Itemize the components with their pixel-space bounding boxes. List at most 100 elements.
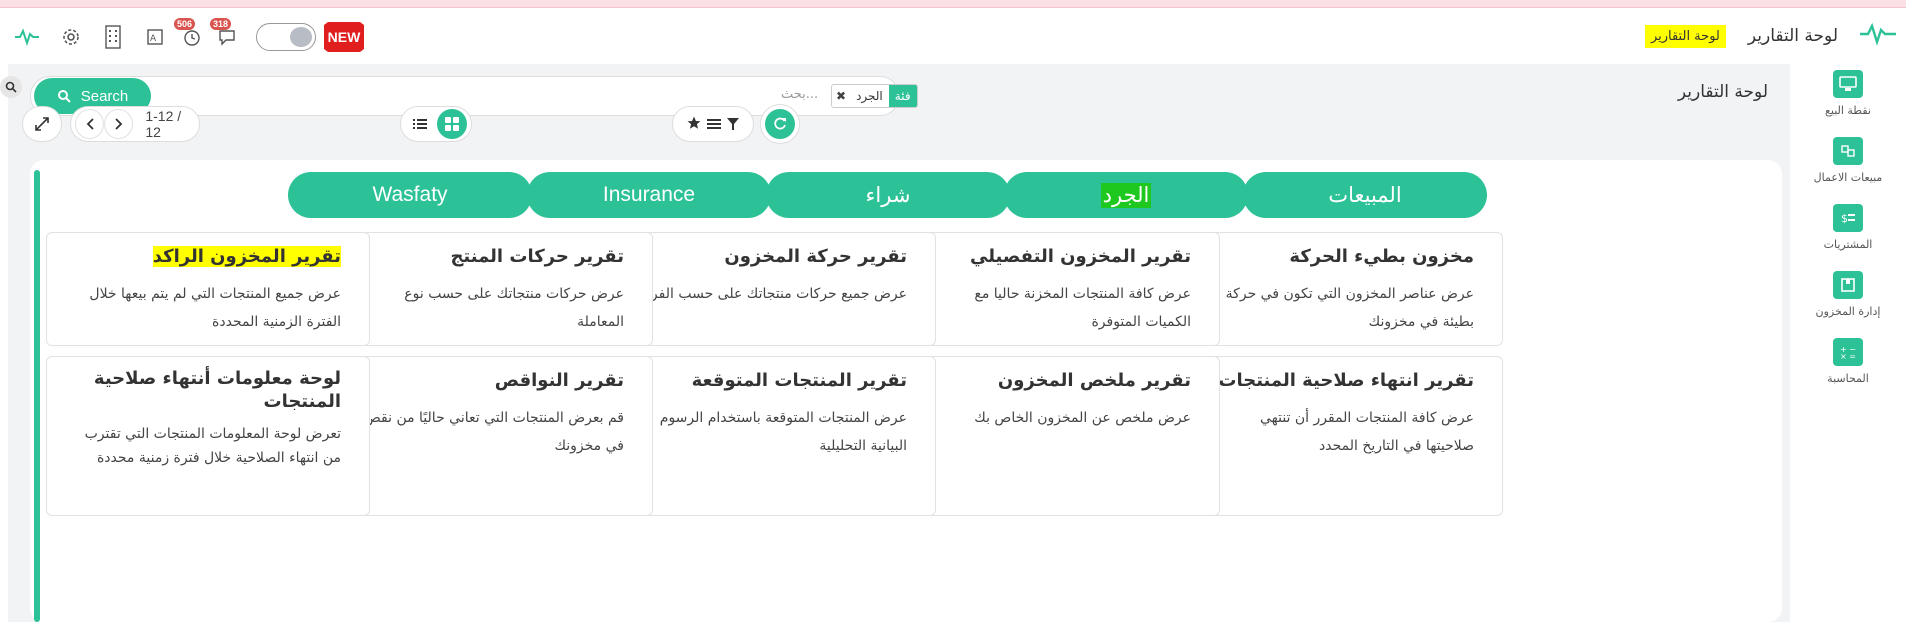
category-label-inventory: الجرد: [1100, 182, 1152, 208]
chevron-left-icon: [86, 118, 94, 130]
card-description: عرض المنتجات المتوقعة باستخدام الرسوم ال…: [659, 410, 907, 455]
zoom-icon[interactable]: [0, 76, 22, 98]
category-button-wasfaty[interactable]: Wasfaty: [288, 172, 532, 218]
calculator-icon: + − × =: [1833, 338, 1863, 366]
card-title: تقرير انتهاء صلاحية المنتجات: [1218, 370, 1474, 391]
messages-badge: 318: [210, 18, 232, 30]
card-title: تقرير حركة المخزون: [724, 246, 907, 267]
sidebar-item-business-sales[interactable]: مبيعات الاعمال: [1790, 137, 1906, 184]
refresh-icon: [774, 117, 786, 130]
card-description: عرض عناصر المخزون التي تكون في حركة بطيئ…: [1225, 286, 1474, 331]
category-button-sales[interactable]: المبيعات: [1243, 172, 1487, 218]
sidebar-item-label: المشتريات: [1823, 238, 1873, 251]
group-by-icon[interactable]: [707, 115, 721, 134]
mode-toggle[interactable]: [256, 23, 316, 51]
sidebar-item-inventory[interactable]: إدارة المخزون: [1790, 271, 1906, 318]
toggle-knob: [290, 27, 312, 47]
handshake-icon: [1833, 137, 1863, 165]
card-description: عرض كافة المنتجات المخزنة حاليا مع الكمي…: [974, 286, 1191, 331]
control-panel: Search بحث... ✖ الجرد فئة لوحة التقارير …: [0, 64, 1790, 622]
card-title-highlight: تقرير المخزون الراكد: [152, 246, 341, 267]
report-card[interactable]: تقرير انتهاء صلاحية المنتجات عرض كافة ال…: [1179, 356, 1503, 516]
report-card[interactable]: تقرير النواقص قم بعرض المنتجات التي تعان…: [329, 356, 653, 516]
report-card[interactable]: تقرير ملخص المخزون عرض ملخص عن المخزون ا…: [896, 356, 1220, 516]
report-card[interactable]: تقرير المخزون التفصيلي عرض كافة المنتجات…: [896, 232, 1220, 346]
navbar-left: A 506 318 NEW: [12, 18, 364, 52]
scroll-indicator[interactable]: [34, 170, 40, 622]
pulse-icon[interactable]: [12, 22, 42, 52]
filter-toolbar: [672, 106, 754, 142]
card-title: مخزون بطيء الحركة: [1289, 246, 1474, 267]
gear-icon[interactable]: [56, 22, 86, 52]
report-card[interactable]: لوحة معلومات أنتهاء صلاحية المنتجات تعرض…: [46, 356, 370, 516]
card-description: قم بعرض المنتجات التي تعاني حاليًا من نق…: [363, 410, 624, 455]
sidebar-item-purchases[interactable]: $ المشتريات: [1790, 204, 1906, 251]
top-strip: [0, 0, 1906, 8]
report-card[interactable]: تقرير حركة المخزون عرض جميع حركات منتجات…: [612, 232, 936, 346]
search-button-label: Search: [80, 87, 129, 105]
category-label-sales: المبيعات: [1328, 183, 1402, 207]
chat-icon[interactable]: 318: [210, 18, 242, 52]
favorites-star-icon[interactable]: [687, 115, 701, 134]
navbar-highlight-title: لوحة التقارير: [1644, 24, 1726, 48]
expand-icon: [35, 117, 49, 131]
card-description: عرض حركات منتجاتك على حسب نوع المعاملة: [404, 286, 624, 331]
navbar-title[interactable]: لوحة التقارير: [1748, 26, 1838, 46]
report-card[interactable]: مخزون بطيء الحركة عرض عناصر المخزون التي…: [1179, 232, 1503, 346]
building-icon[interactable]: [98, 22, 128, 52]
list-view-button[interactable]: [405, 109, 435, 139]
category-button-inventory[interactable]: الجرد: [1004, 172, 1248, 218]
svg-text:A: A: [150, 34, 157, 44]
category-label-wasfaty: Wasfaty: [372, 183, 448, 206]
expand-button[interactable]: [22, 106, 62, 142]
category-button-purchase[interactable]: شراء: [766, 172, 1010, 218]
card-title: لوحة معلومات أنتهاء صلاحية المنتجات: [93, 368, 341, 413]
pager-prev-button[interactable]: [75, 109, 105, 139]
facet-key: فئة: [888, 85, 917, 107]
chevron-right-icon: [115, 118, 123, 130]
refresh-button[interactable]: [765, 109, 795, 139]
pager-next-button[interactable]: [104, 109, 134, 139]
svg-text:$: $: [1841, 212, 1848, 225]
card-title: تقرير حركات المنتج: [450, 246, 624, 267]
inventory-box-icon: [1833, 271, 1863, 299]
activity-badge: 506: [174, 18, 196, 30]
card-title: تقرير المخزون التفصيلي: [970, 246, 1191, 267]
search-input[interactable]: بحث...: [781, 87, 818, 102]
report-card[interactable]: تقرير المخزون الراكد عرض جميع المنتجات ا…: [46, 232, 370, 346]
navbar: A 506 318 NEW لوحة التقارير لوحة التقاري…: [0, 8, 1906, 64]
report-card[interactable]: تقرير المنتجات المتوقعة عرض المنتجات الم…: [612, 356, 936, 516]
card-description: تعرض لوحة المعلومات المنتجات التي تقترب …: [84, 425, 341, 467]
grid-icon: [445, 117, 459, 131]
pager: 1-12 / 12: [70, 106, 200, 142]
kanban-view-button[interactable]: [437, 109, 467, 139]
sidebar-item-pos[interactable]: نقطة البيع: [1790, 70, 1906, 117]
activity-clock-icon[interactable]: 506: [174, 18, 206, 52]
svg-text:× =: × =: [1840, 352, 1856, 360]
monitor-icon: [1833, 70, 1863, 98]
app-sidebar: نقطة البيع مبيعات الاعمال $ المشتريات إد…: [1790, 64, 1906, 622]
view-switcher: [400, 106, 472, 142]
card-title: تقرير المنتجات المتوقعة: [691, 370, 907, 391]
sidebar-item-label: مبيعات الاعمال: [1813, 171, 1883, 184]
sidebar-item-label: نقطة البيع: [1825, 104, 1871, 117]
search-facet[interactable]: ✖ الجرد فئة: [831, 84, 918, 108]
filter-icon[interactable]: [727, 115, 739, 134]
sidebar-item-accounting[interactable]: + − × = المحاسبة: [1790, 338, 1906, 385]
app-logo-icon[interactable]: [1860, 22, 1896, 50]
card-description: عرض ملخص عن المخزون الخاص بك: [974, 410, 1191, 427]
category-button-insurance[interactable]: Insurance: [527, 172, 771, 218]
category-label-insurance: Insurance: [602, 183, 696, 206]
card-title: تقرير المخزون الراكد: [75, 245, 341, 268]
navbar-right: لوحة التقارير لوحة التقارير: [1644, 22, 1896, 50]
search-icon: [57, 90, 71, 103]
facet-remove-icon[interactable]: ✖: [832, 89, 850, 103]
report-card[interactable]: تقرير حركات المنتج عرض حركات منتجاتك على…: [329, 232, 653, 346]
list-icon: [413, 119, 427, 129]
language-icon[interactable]: A: [140, 22, 170, 52]
pager-value[interactable]: 1-12 / 12: [145, 108, 199, 140]
page-title: لوحة التقارير: [1677, 82, 1768, 102]
new-badge[interactable]: NEW: [324, 22, 364, 52]
kanban-panel: المبيعات الجرد شراء Insurance Wasfaty مخ…: [30, 160, 1782, 622]
facet-value: الجرد: [850, 89, 889, 103]
